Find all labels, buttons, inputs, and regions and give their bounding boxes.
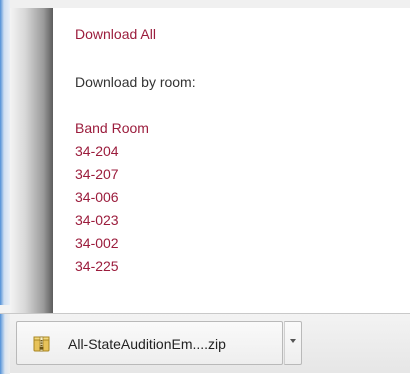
room-link-34-002[interactable]: 34-002 [75, 235, 119, 251]
download-item[interactable]: All-StateAuditionEm....zip [16, 321, 283, 365]
top-edge [0, 0, 410, 8]
zip-archive-icon [33, 336, 50, 352]
browser-viewport: Download All Download by room: Band Room… [0, 0, 410, 374]
page-content: Download All Download by room: Band Room… [53, 8, 410, 313]
download-file-name: All-StateAuditionEm....zip [68, 336, 226, 352]
room-link-34-006[interactable]: 34-006 [75, 189, 119, 205]
download-all-link[interactable]: Download All [75, 26, 156, 42]
room-link-34-204[interactable]: 34-204 [75, 143, 119, 159]
download-by-room-label: Download by room: [75, 74, 196, 90]
room-link-34-207[interactable]: 34-207 [75, 166, 119, 182]
room-link-34-225[interactable]: 34-225 [75, 258, 119, 274]
room-link-34-023[interactable]: 34-023 [75, 212, 119, 228]
page-side-shadow [10, 8, 53, 313]
download-shelf: All-StateAuditionEm....zip [0, 313, 410, 374]
download-shelf-left-edge [0, 314, 10, 374]
chevron-down-icon [290, 339, 296, 343]
download-item-menu-button[interactable] [284, 321, 302, 365]
room-link-band-room[interactable]: Band Room [75, 120, 149, 136]
window-left-edge [0, 0, 10, 305]
